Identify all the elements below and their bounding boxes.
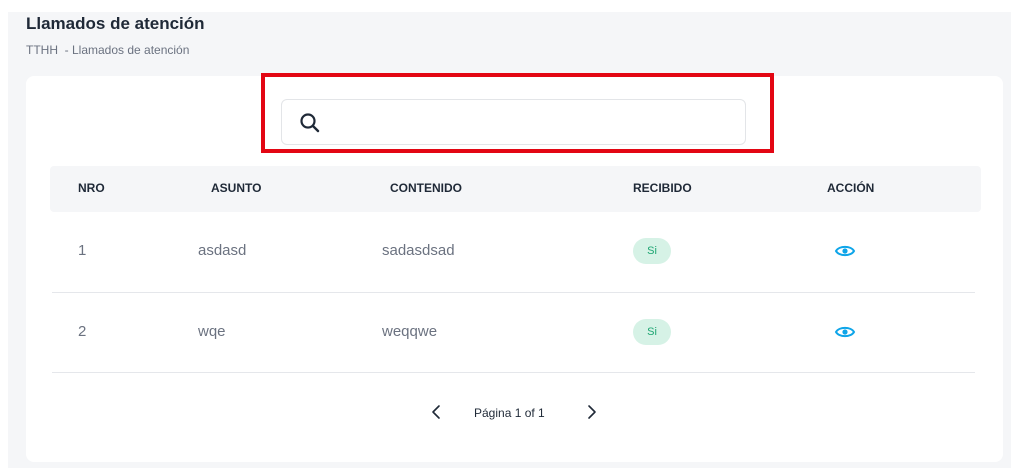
table-row: 2 wqe weqqwe Si: [50, 293, 981, 373]
table-row: 1 asdasd sadasdsad Si: [50, 212, 981, 292]
status-badge: Si: [633, 319, 671, 345]
breadcrumb: TTHH - Llamados de atención: [26, 43, 190, 57]
table-header: NRO ASUNTO CONTENIDO RECIBIDO ACCIÓN: [50, 166, 981, 212]
cell-nro: 2: [78, 323, 87, 340]
search-box[interactable]: [281, 99, 746, 145]
column-header-accion: ACCIÓN: [827, 181, 875, 195]
column-header-contenido: CONTENIDO: [390, 181, 462, 195]
search-icon: [298, 111, 322, 135]
pagination-label: Página 1 of 1: [474, 406, 545, 420]
row-divider: [52, 372, 975, 373]
page-title: Llamados de atención: [26, 14, 205, 33]
cell-contenido: sadasdsad: [382, 242, 455, 259]
column-header-nro: NRO: [78, 181, 105, 195]
column-header-asunto: ASUNTO: [211, 181, 262, 195]
cell-contenido: weqqwe: [382, 323, 438, 340]
eye-icon[interactable]: [834, 240, 856, 262]
cell-asunto: wqe: [198, 323, 226, 340]
cell-asunto: asdasd: [198, 242, 247, 259]
cell-nro: 1: [78, 242, 87, 259]
chevron-right-icon[interactable]: [582, 402, 600, 422]
pagination: Página 1 of 1: [420, 400, 610, 426]
column-header-recibido: RECIBIDO: [633, 181, 692, 195]
chevron-left-icon[interactable]: [428, 402, 446, 422]
status-badge: Si: [633, 238, 671, 264]
eye-icon[interactable]: [834, 321, 856, 343]
search-input[interactable]: [328, 108, 737, 138]
